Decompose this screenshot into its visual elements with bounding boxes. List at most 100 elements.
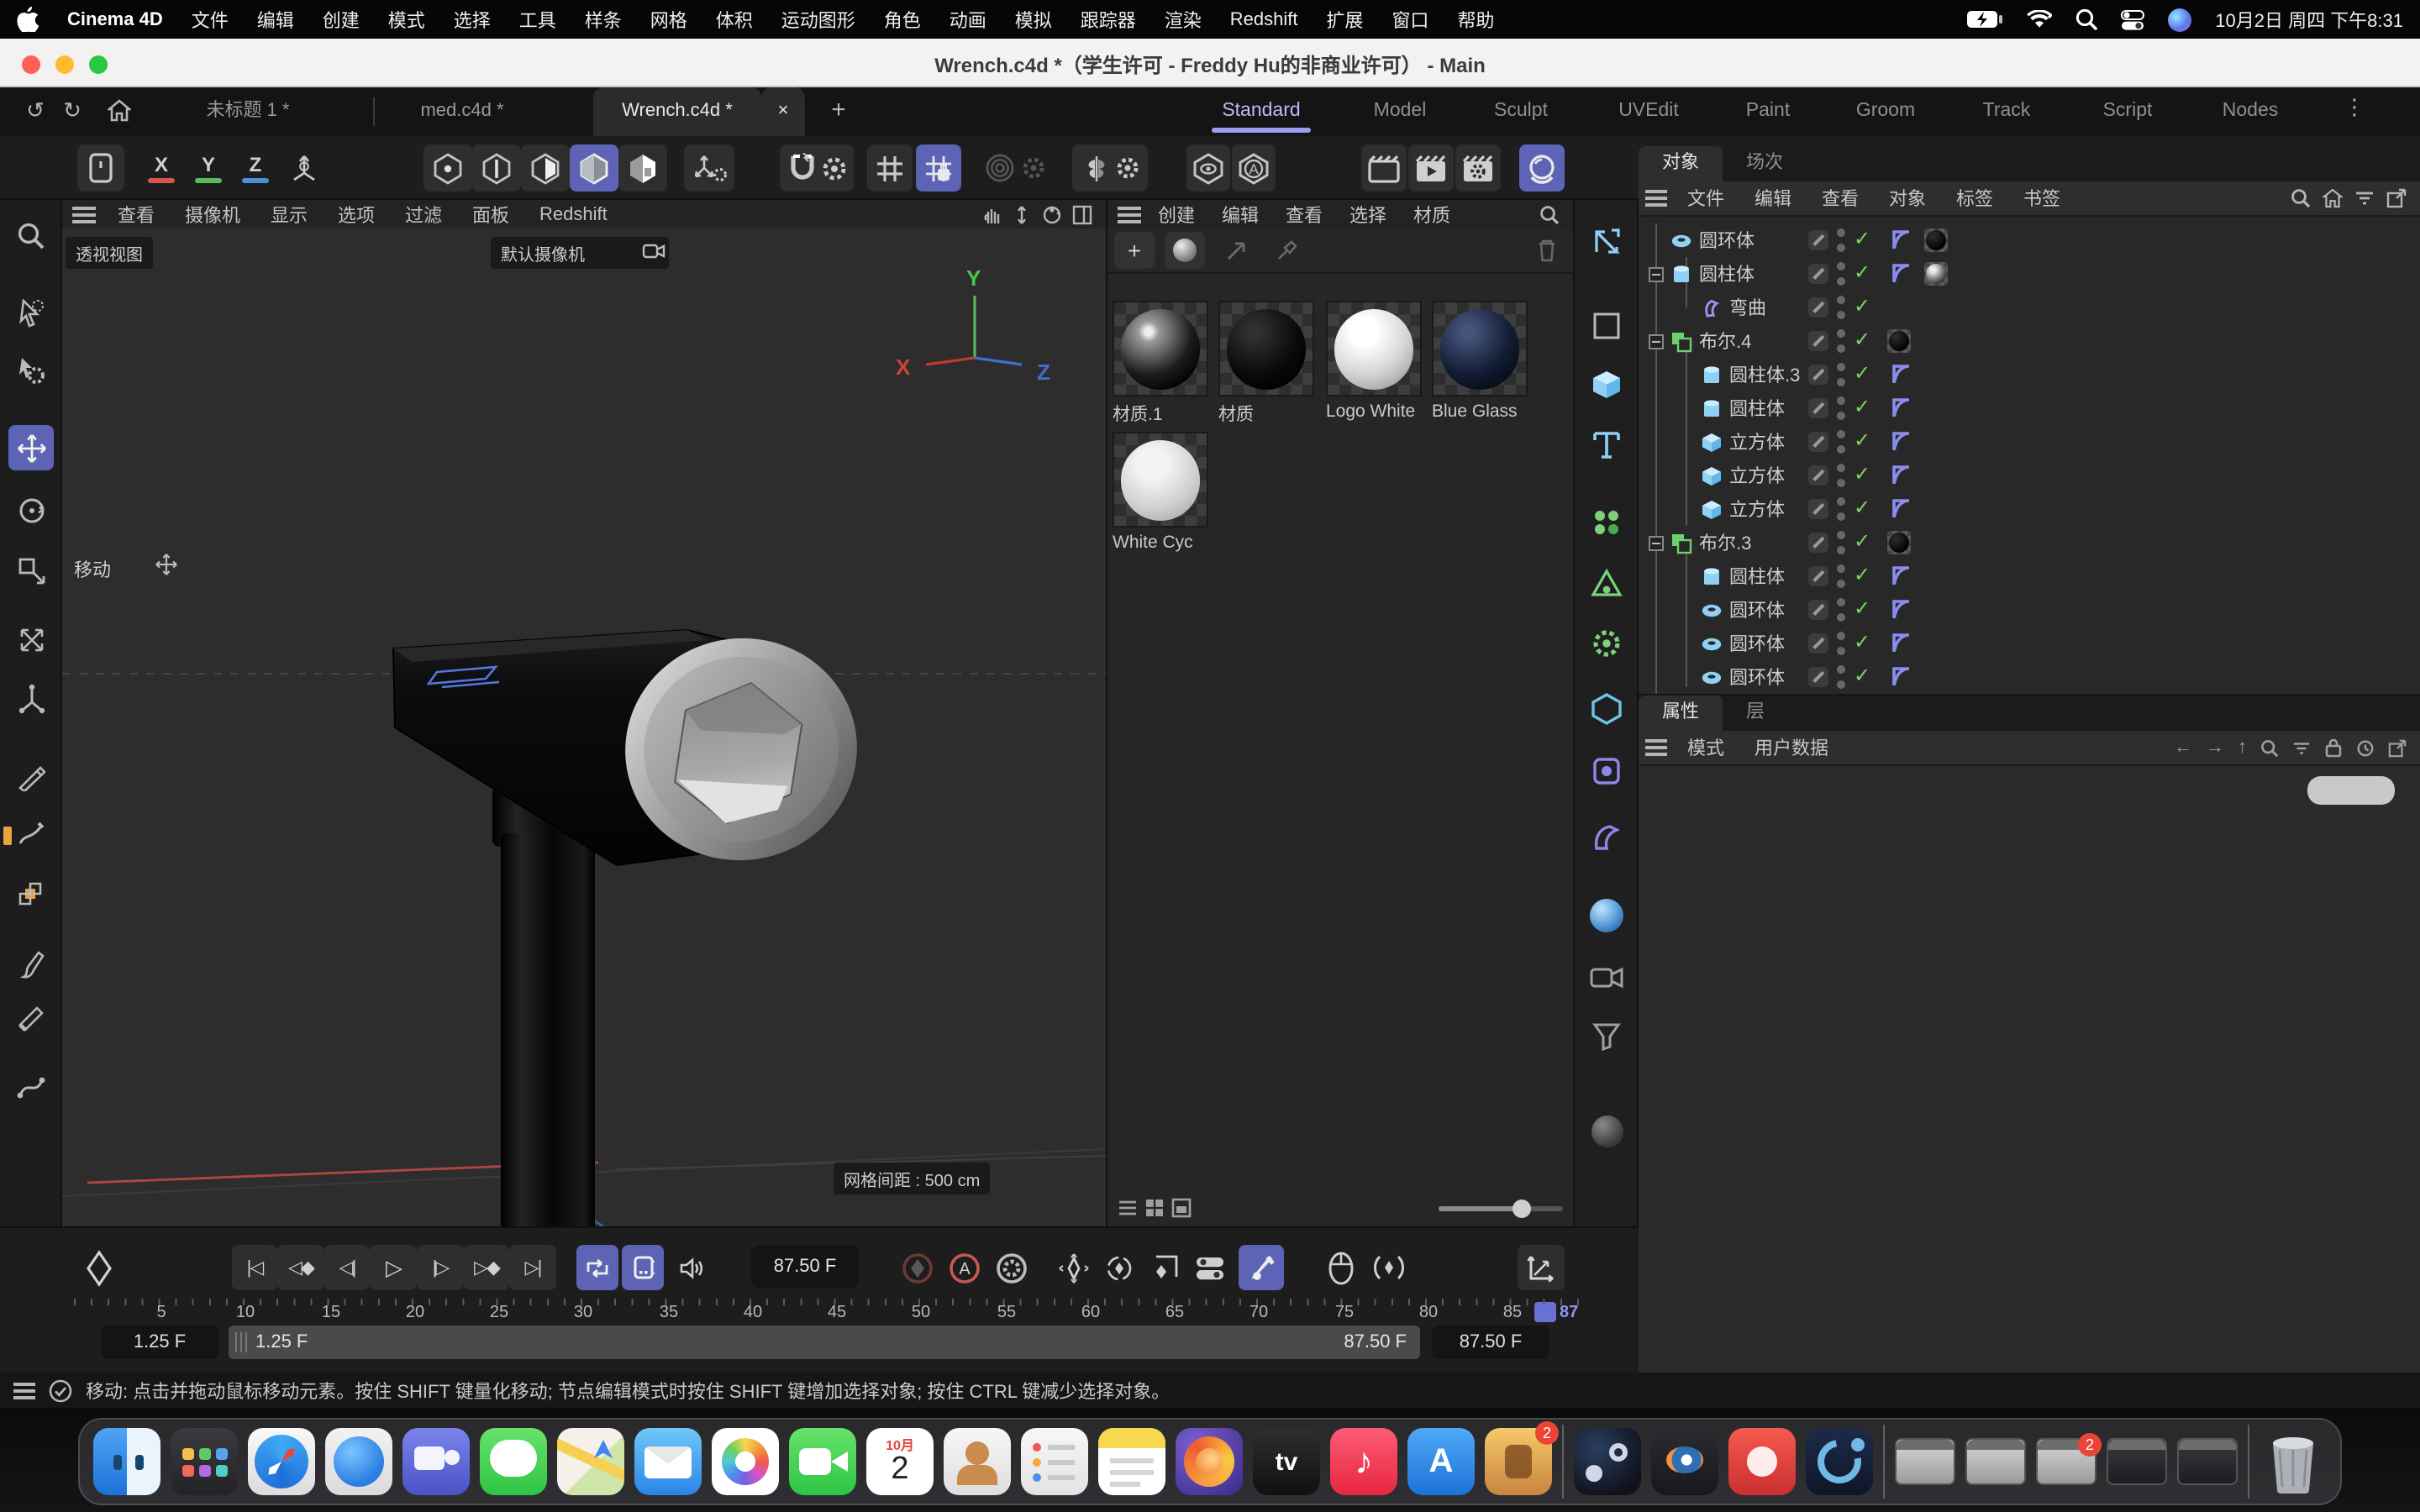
- minimized-window-thumbnail[interactable]: [2177, 1438, 2238, 1485]
- material-tag-icon[interactable]: [1887, 531, 1911, 554]
- move-tool[interactable]: [8, 425, 54, 470]
- environment-sphere-icon[interactable]: [1583, 892, 1630, 939]
- menu-mesh[interactable]: 网格: [650, 6, 687, 33]
- om-menu-edit[interactable]: 编辑: [1739, 185, 1807, 212]
- pen-tool[interactable]: [8, 754, 54, 800]
- dock-maps-icon[interactable]: [557, 1428, 624, 1495]
- layout-tab-script[interactable]: Script: [2089, 87, 2166, 136]
- menu-edit[interactable]: 编辑: [257, 6, 294, 33]
- edges-mode-button[interactable]: [472, 144, 521, 192]
- key-pla-button[interactable]: [1239, 1245, 1284, 1290]
- next-frame-button[interactable]: |▷: [417, 1245, 464, 1290]
- minimized-window-thumbnail[interactable]: [1965, 1438, 2026, 1485]
- quantize-grid-button[interactable]: [916, 144, 961, 192]
- menu-simulate[interactable]: 模拟: [1015, 6, 1052, 33]
- key-rotation-button[interactable]: [1097, 1245, 1139, 1290]
- dock-photos-icon[interactable]: [712, 1428, 779, 1495]
- material-thumb-glossy-black[interactable]: [1113, 301, 1208, 396]
- attr-filter-icon[interactable]: [2292, 738, 2311, 757]
- attr-open-new-icon[interactable]: [2388, 738, 2407, 757]
- layout-overflow-icon[interactable]: ⋮: [2339, 92, 2370, 123]
- new-material-button[interactable]: +: [1114, 232, 1155, 269]
- menu-tools[interactable]: 工具: [519, 6, 556, 33]
- object-row[interactable]: 圆柱体 ✓: [1639, 257, 2420, 291]
- om-menu-file[interactable]: 文件: [1672, 185, 1739, 212]
- render-picture-viewer-button[interactable]: [1408, 144, 1454, 192]
- menu-mograph[interactable]: 运动图形: [781, 6, 855, 33]
- deformer-icon[interactable]: [1583, 815, 1630, 862]
- dock-steam-icon[interactable]: [1574, 1428, 1641, 1495]
- new-tab-icon[interactable]: +: [823, 96, 854, 126]
- layout-tab-groom[interactable]: Groom: [1844, 87, 1928, 136]
- object-row[interactable]: 圆环体 ✓: [1639, 223, 2420, 257]
- material-hamburger-icon[interactable]: [1118, 206, 1141, 223]
- attr-history-icon[interactable]: [2356, 738, 2375, 757]
- workplane-axis-button[interactable]: [684, 144, 734, 192]
- attr-lock-icon[interactable]: [2324, 738, 2343, 758]
- minimized-window-thumbnail[interactable]: [1895, 1438, 1955, 1485]
- attr-search-icon[interactable]: [2260, 738, 2279, 757]
- new-node-material-button[interactable]: [1165, 232, 1205, 269]
- grid-view-icon[interactable]: [1144, 1198, 1165, 1218]
- menu-character[interactable]: 角色: [884, 6, 921, 33]
- om-menu-objects[interactable]: 对象: [1874, 185, 1941, 212]
- om-menu-bookmarks[interactable]: 书签: [2008, 185, 2075, 212]
- dock-red-app-icon[interactable]: [1728, 1428, 1796, 1495]
- object-row[interactable]: 布尔.4 ✓: [1639, 324, 2420, 358]
- fcurve-mode-button[interactable]: [1518, 1245, 1565, 1290]
- viewport-scene[interactable]: Y X Z: [62, 228, 1106, 1226]
- sound-button[interactable]: [671, 1245, 711, 1290]
- material-name[interactable]: 材质: [1218, 402, 1319, 427]
- menu-window[interactable]: 窗口: [1392, 6, 1428, 33]
- goto-start-button[interactable]: |◁: [232, 1245, 277, 1290]
- dock-finder-icon[interactable]: [93, 1428, 160, 1495]
- axis-modification-tool[interactable]: [8, 675, 54, 721]
- apply-material-icon[interactable]: [1215, 232, 1255, 269]
- doc-tab-untitled[interactable]: 未标题 1 *: [168, 87, 328, 136]
- playhead-marker[interactable]: [1534, 1302, 1556, 1322]
- dock-app-store-icon[interactable]: A: [1407, 1428, 1475, 1495]
- autokey-selected-button[interactable]: A: [943, 1245, 986, 1290]
- prev-key-button[interactable]: ◁◆: [277, 1245, 324, 1290]
- mat-menu-edit[interactable]: 编辑: [1208, 201, 1272, 228]
- loop-playback-button[interactable]: [576, 1245, 618, 1290]
- camera-swap-icon[interactable]: [642, 240, 666, 260]
- prev-frame-button[interactable]: ◁|: [324, 1245, 370, 1290]
- phong-tag-icon[interactable]: [1889, 497, 1912, 521]
- material-search-icon[interactable]: [1539, 204, 1573, 224]
- dock-chrome-icon[interactable]: [325, 1428, 392, 1495]
- scale-tool[interactable]: [8, 548, 54, 593]
- falloff-button[interactable]: [978, 144, 1052, 192]
- dock-firefox-icon[interactable]: [1176, 1428, 1243, 1495]
- key-parameters-button[interactable]: [1188, 1245, 1232, 1290]
- menu-mode[interactable]: 模式: [388, 6, 425, 33]
- material-tag-icon[interactable]: [1924, 228, 1948, 252]
- region-select-icon[interactable]: [1583, 302, 1630, 349]
- list-view-icon[interactable]: [1118, 1198, 1138, 1218]
- render-view-button[interactable]: [1361, 144, 1407, 192]
- material-thumb-blue-glass[interactable]: [1432, 301, 1528, 396]
- rotation-recording-button[interactable]: [1366, 1245, 1412, 1290]
- vp-menu-redshift[interactable]: Redshift: [524, 204, 623, 224]
- mat-menu-material[interactable]: 材质: [1400, 201, 1464, 228]
- modeling-tool[interactable]: [8, 872, 54, 917]
- transform-tool[interactable]: [8, 617, 54, 662]
- object-row[interactable]: 圆环体 ✓: [1639, 660, 2420, 694]
- phong-tag-icon[interactable]: [1889, 598, 1912, 622]
- layout-tab-nodes[interactable]: Nodes: [2210, 87, 2291, 136]
- menu-extensions[interactable]: 扩展: [1326, 6, 1363, 33]
- edit-toggle[interactable]: [1808, 230, 1828, 250]
- current-frame-field[interactable]: 87.50 F: [751, 1245, 859, 1289]
- tab-attributes[interactable]: 属性: [1639, 696, 1723, 731]
- menu-spline[interactable]: 样条: [585, 6, 622, 33]
- dock-tv-icon[interactable]: tv: [1253, 1428, 1320, 1495]
- snap-settings-button[interactable]: [780, 144, 854, 192]
- next-key-button[interactable]: ▷◆: [464, 1245, 509, 1290]
- doc-tab-med[interactable]: med.c4d *: [395, 87, 529, 136]
- object-row[interactable]: 圆环体 ✓: [1639, 627, 2420, 660]
- timeline-ruler[interactable]: 5 10 15 20 25 30 35 40 45 50 55 60 65 70…: [74, 1299, 1586, 1324]
- lock-y-axis-button[interactable]: Y: [188, 144, 229, 192]
- mograph-matrix-icon[interactable]: [1583, 561, 1630, 608]
- dock-cinema4d-icon[interactable]: [1806, 1428, 1873, 1495]
- goto-end-button[interactable]: ▷|: [509, 1245, 556, 1290]
